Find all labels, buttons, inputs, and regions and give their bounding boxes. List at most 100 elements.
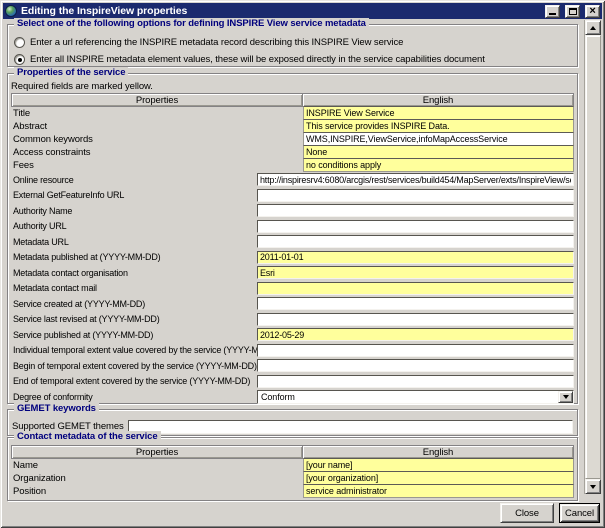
properties-column-header: Properties [11, 445, 303, 459]
scroll-up-button[interactable] [585, 20, 601, 35]
group-title: Select one of the following options for … [14, 18, 369, 29]
field-row: Metadata URL [11, 234, 574, 250]
radio-url-option[interactable] [14, 37, 25, 48]
field-row: Service published at (YYYY-MM-DD) [11, 327, 574, 343]
close-button[interactable]: Close [500, 503, 554, 523]
field-row: Service created at (YYYY-MM-DD) [11, 296, 574, 312]
position-value-cell[interactable]: service administrator [303, 484, 574, 498]
dropdown-button[interactable] [558, 391, 573, 403]
minimize-button[interactable] [545, 5, 560, 18]
field-label: Metadata contact organisation [11, 268, 257, 278]
field-label: Begin of temporal extent covered by the … [11, 361, 257, 371]
scroll-down-button[interactable] [585, 479, 601, 494]
scrollbar-thumb[interactable] [585, 35, 601, 479]
degree-of-conformity-dropdown[interactable]: Conform [257, 390, 574, 404]
field-row: Online resource [11, 172, 574, 188]
row-label: Abstract [11, 120, 303, 133]
individual-temporal-extent-input[interactable] [257, 344, 574, 357]
field-label: Metadata published at (YYYY-MM-DD) [11, 252, 257, 262]
field-label: Metadata contact mail [11, 283, 257, 293]
table-row: Position service administrator [11, 485, 574, 498]
field-row: Authority URL [11, 219, 574, 235]
field-label: Individual temporal extent value covered… [11, 345, 257, 355]
field-label: Metadata URL [11, 237, 257, 247]
vertical-scrollbar[interactable] [584, 20, 601, 494]
field-label: Degree of conformity [11, 392, 257, 402]
end-temporal-extent-input[interactable] [257, 375, 574, 388]
field-row: Service last revised at (YYYY-MM-DD) [11, 312, 574, 328]
field-label: Online resource [11, 175, 257, 185]
row-label: Common keywords [11, 133, 303, 146]
option-row-inline[interactable]: Enter all INSPIRE metadata element value… [14, 51, 571, 68]
cancel-button[interactable]: Cancel [559, 503, 600, 523]
field-row: End of temporal extent covered by the se… [11, 374, 574, 390]
supported-gemet-themes-input[interactable] [128, 420, 573, 434]
field-label: Authority Name [11, 206, 257, 216]
field-row: Metadata contact mail [11, 281, 574, 297]
row-label: Access constraints [11, 146, 303, 159]
required-fields-note: Required fields are marked yellow. [11, 81, 574, 93]
field-label: External GetFeatureInfo URL [11, 190, 257, 200]
service-properties-group: Properties of the service Required field… [7, 73, 578, 404]
title-bar[interactable]: Editing the InspireView properties × [3, 3, 602, 19]
metadata-contact-mail-input[interactable] [257, 282, 574, 295]
table-row: Fees no conditions apply [11, 159, 574, 172]
maximize-button[interactable] [565, 5, 580, 18]
close-window-button[interactable]: × [585, 5, 600, 18]
row-label: Organization [11, 472, 303, 485]
english-column-header: English [302, 93, 574, 107]
chevron-down-icon [590, 485, 596, 489]
group-title: Contact metadata of the service [14, 431, 161, 442]
dialog-window: Editing the InspireView properties × Sel… [0, 0, 605, 528]
external-getfeatureinfo-url-input[interactable] [257, 189, 574, 202]
authority-name-input[interactable] [257, 204, 574, 217]
row-label: Position [11, 485, 303, 498]
radio-inline-metadata-option[interactable] [14, 54, 25, 65]
metadata-url-input[interactable] [257, 235, 574, 248]
begin-temporal-extent-input[interactable] [257, 359, 574, 372]
service-created-input[interactable] [257, 297, 574, 310]
abstract-value-cell[interactable]: This service provides INSPIRE Data. [303, 119, 574, 133]
common-keywords-value-cell[interactable]: WMS,INSPIRE,ViewService,infoMapAccessSer… [303, 132, 574, 146]
radio-url-label: Enter a url referencing the INSPIRE meta… [30, 37, 403, 48]
dropdown-arrow-icon [563, 395, 569, 399]
close-icon: × [589, 7, 595, 16]
contact-metadata-group: Contact metadata of the service Properti… [7, 437, 578, 501]
authority-url-input[interactable] [257, 220, 574, 233]
field-row: External GetFeatureInfo URL [11, 188, 574, 204]
field-label: Service published at (YYYY-MM-DD) [11, 330, 257, 340]
field-label: Service created at (YYYY-MM-DD) [11, 299, 257, 309]
field-label: End of temporal extent covered by the se… [11, 376, 257, 386]
title-value-cell[interactable]: INSPIRE View Service [303, 106, 574, 120]
row-label: Fees [11, 159, 303, 172]
dropdown-selected-value: Conform [261, 392, 295, 402]
english-column-header: English [302, 445, 574, 459]
minimize-icon [549, 13, 556, 15]
table-header-row: Properties English [11, 445, 574, 459]
group-title: GEMET keywords [14, 403, 99, 414]
access-constraints-value-cell[interactable]: None [303, 145, 574, 159]
group-title: Properties of the service [14, 67, 128, 78]
service-published-input[interactable] [257, 328, 574, 341]
metadata-options-group: Select one of the following options for … [7, 24, 578, 67]
field-row: Metadata published at (YYYY-MM-DD) [11, 250, 574, 266]
online-resource-input[interactable] [257, 173, 574, 186]
row-label: Name [11, 459, 303, 472]
organization-value-cell[interactable]: [your organization] [303, 471, 574, 485]
name-value-cell[interactable]: [your name] [303, 458, 574, 472]
row-label: Title [11, 107, 303, 120]
field-label: Service last revised at (YYYY-MM-DD) [11, 314, 257, 324]
fees-value-cell[interactable]: no conditions apply [303, 158, 574, 172]
metadata-contact-organisation-input[interactable] [257, 266, 574, 279]
option-row-url[interactable]: Enter a url referencing the INSPIRE meta… [14, 34, 571, 51]
service-last-revised-input[interactable] [257, 313, 574, 326]
field-row: Individual temporal extent value covered… [11, 343, 574, 359]
globe-icon [5, 5, 17, 17]
table-header-row: Properties English [11, 93, 574, 107]
field-row: Metadata contact organisation [11, 265, 574, 281]
window-title: Editing the InspireView properties [21, 5, 540, 17]
chevron-up-icon [590, 26, 596, 30]
maximize-icon [569, 8, 577, 15]
radio-inline-metadata-label: Enter all INSPIRE metadata element value… [30, 54, 485, 65]
metadata-published-input[interactable] [257, 251, 574, 264]
